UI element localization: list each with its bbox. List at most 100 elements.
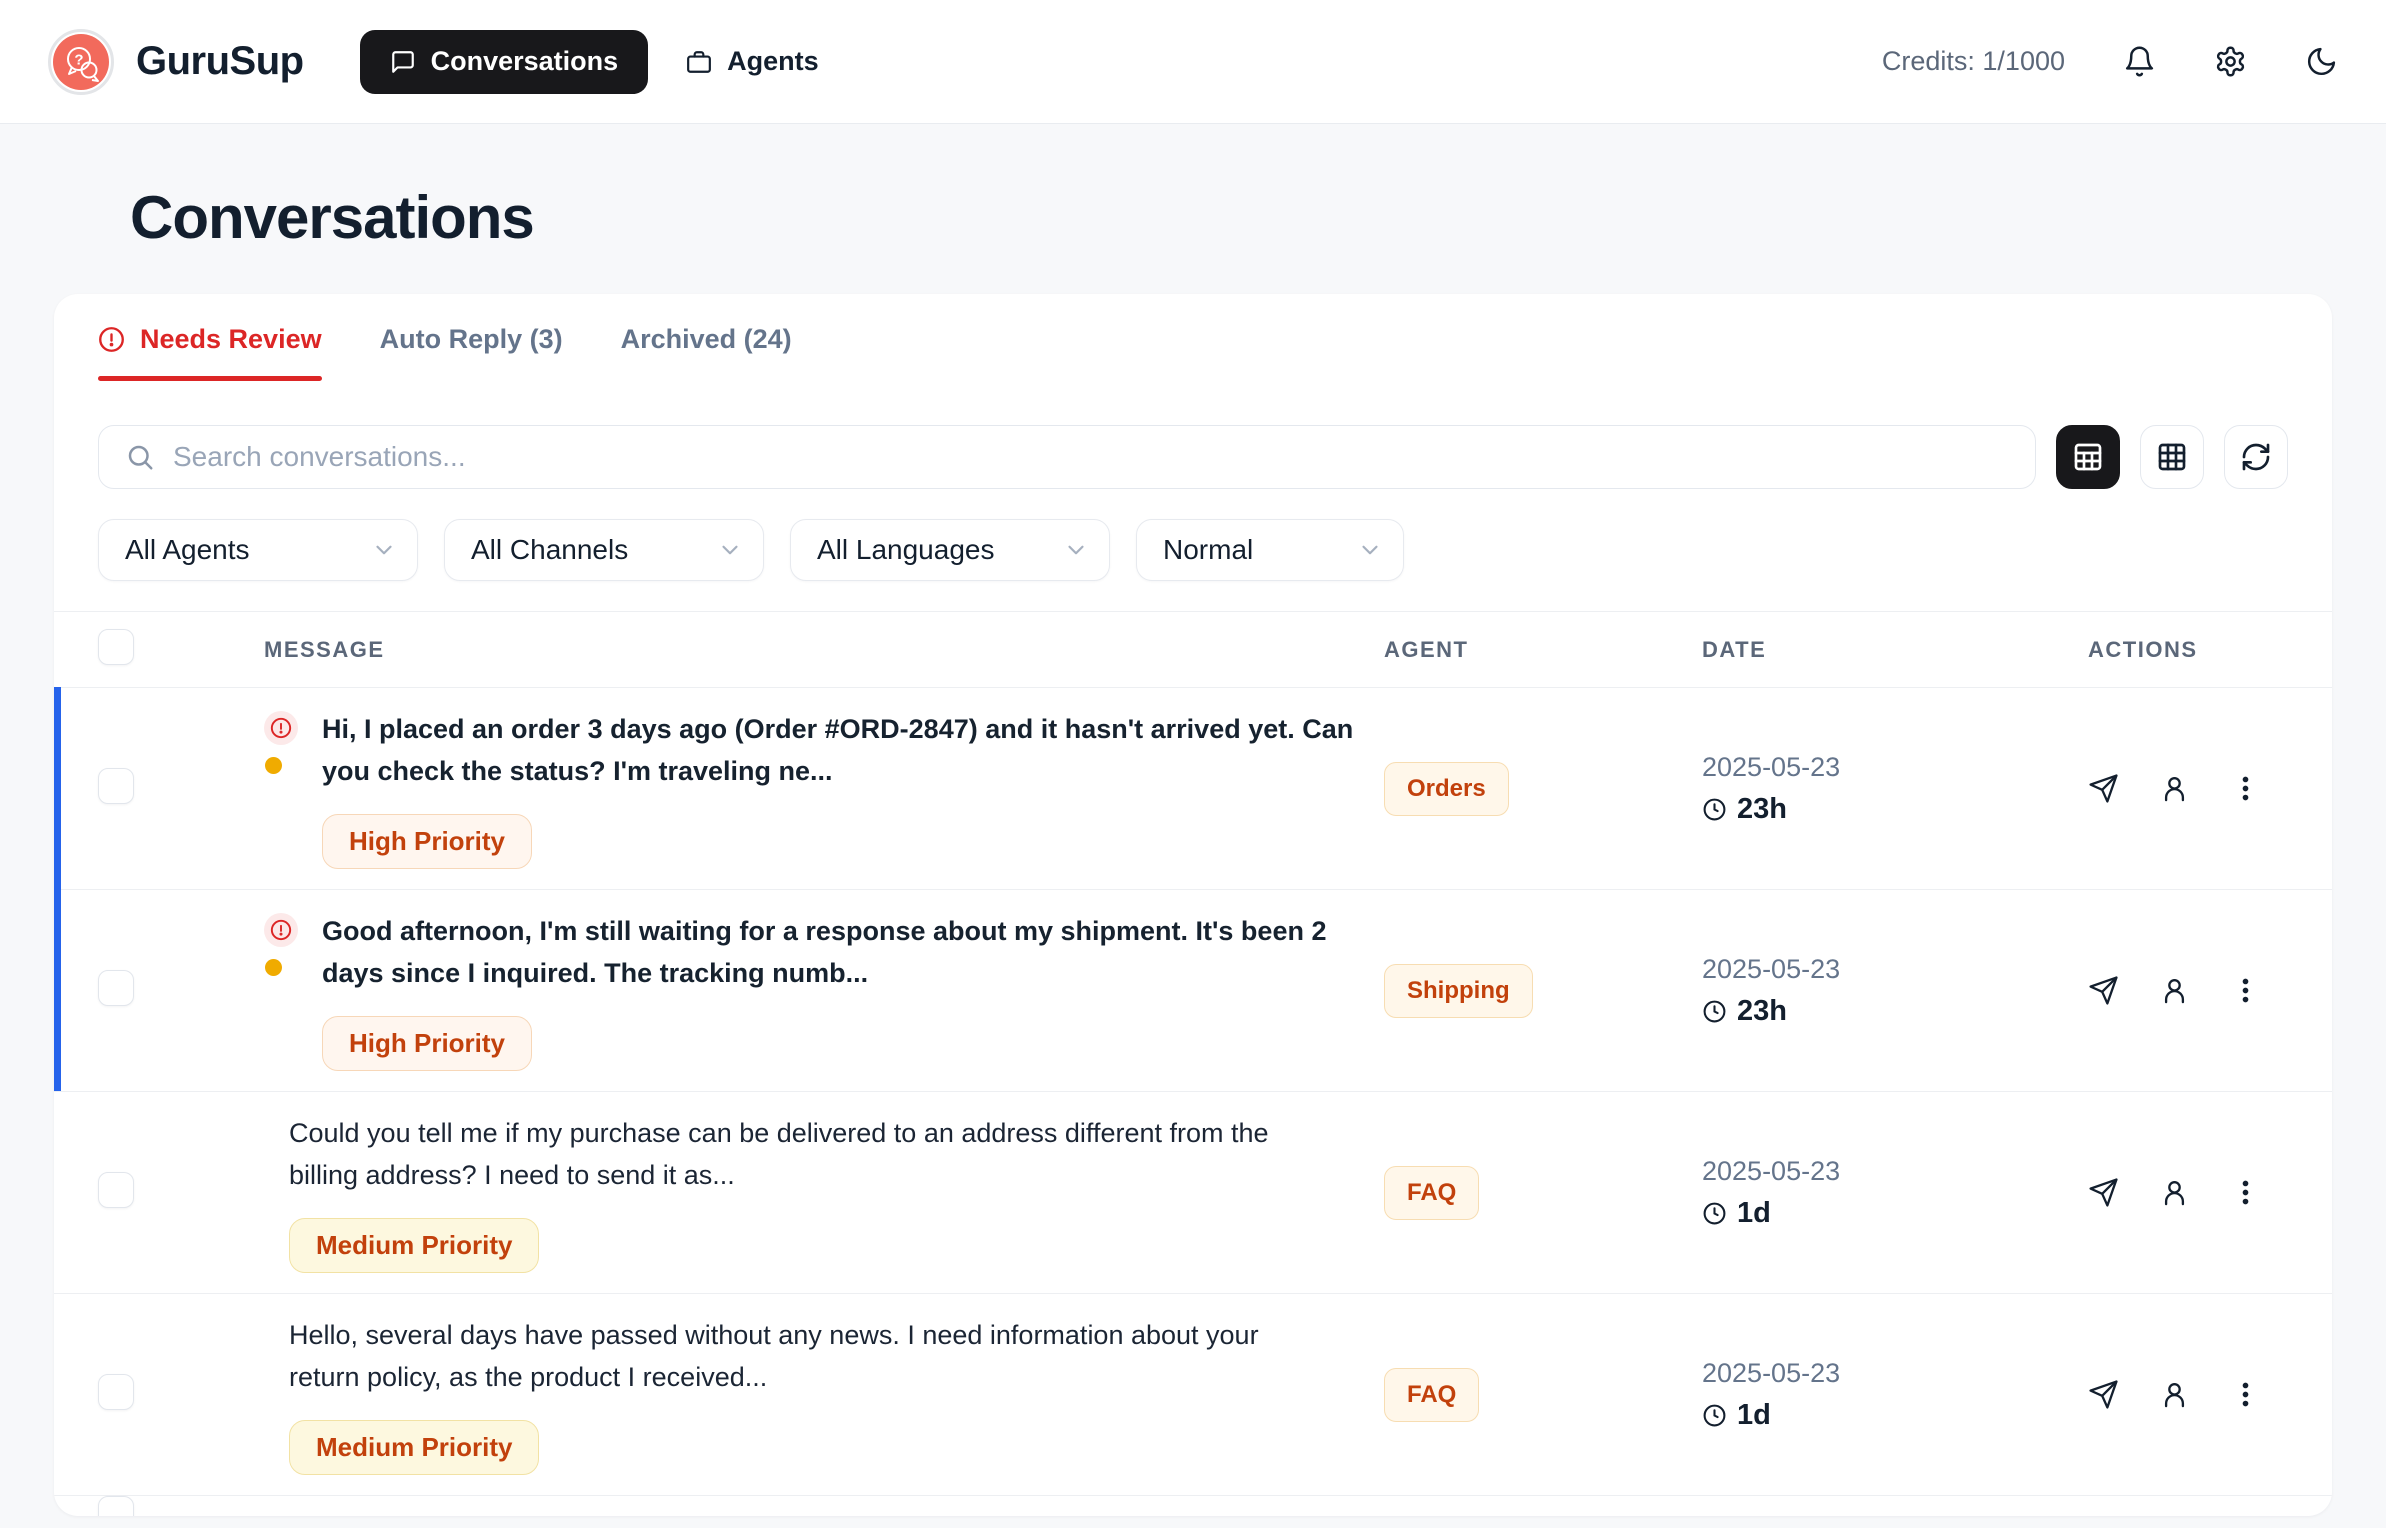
age-text: 1d [1737,1399,1771,1432]
actions-cell [2070,1177,2288,1208]
agent-badge: Shipping [1384,964,1533,1018]
tab-needs-review-label: Needs Review [140,324,322,355]
row-menu-button[interactable] [2230,773,2261,804]
column-header-message: MESSAGE [264,637,1384,663]
filter-languages[interactable]: All Languages [790,519,1110,581]
search-input[interactable] [173,441,2009,473]
user-icon [2159,1379,2190,1410]
row-menu-button[interactable] [2230,975,2261,1006]
date-cell: 2025-05-23 1d [1702,1358,2070,1432]
send-button[interactable] [2088,1379,2119,1410]
message-text: Good afternoon, I'm still waiting for a … [322,910,1357,994]
message-text: Hello, several days have passed without … [289,1314,1299,1398]
filter-channels[interactable]: All Channels [444,519,764,581]
send-icon [2088,975,2119,1006]
clock-icon [1702,1403,1727,1428]
main-nav: Conversations Agents [360,30,845,94]
actions-cell [2070,773,2288,804]
tab-needs-review[interactable]: Needs Review [98,324,322,381]
agent-badge: FAQ [1384,1166,1479,1220]
more-vertical-icon [2230,1379,2261,1410]
more-vertical-icon [2230,975,2261,1006]
priority-badge: High Priority [322,814,532,869]
column-header-date: DATE [1702,637,2070,663]
row-checkbox[interactable] [98,970,134,1006]
select-all-checkbox[interactable] [98,629,134,665]
bell-icon [2123,45,2156,78]
settings-button[interactable] [2214,45,2247,78]
nav-conversations[interactable]: Conversations [360,30,649,94]
date-text: 2025-05-23 [1702,1358,2070,1389]
assign-user-button[interactable] [2159,1379,2190,1410]
nav-agents[interactable]: Agents [660,30,845,94]
assign-user-button[interactable] [2159,773,2190,804]
send-button[interactable] [2088,1177,2119,1208]
page-title: Conversations [130,182,2386,254]
table-row[interactable]: Hello, several days have passed without … [54,1293,2332,1495]
notifications-button[interactable] [2123,45,2156,78]
main-content: Conversations Needs Review Auto Reply (3… [0,182,2386,1516]
chevron-down-icon [1063,537,1089,563]
row-checkbox[interactable] [98,1496,134,1516]
nav-conversations-label: Conversations [431,46,619,77]
conversations-card: Needs Review Auto Reply (3) Archived (24… [54,294,2332,1516]
message-square-icon [390,49,416,75]
date-cell: 2025-05-23 23h [1702,954,2070,1028]
clock-icon [1702,999,1727,1024]
unread-dot-icon [265,757,282,774]
app-logo-icon[interactable]: ? [48,29,114,95]
credits-label: Credits: 1/1000 [1882,46,2065,77]
table-row[interactable]: Hi, I placed an order 3 days ago (Order … [54,687,2332,889]
row-checkbox[interactable] [98,1172,134,1208]
grid-view-button[interactable] [2140,425,2204,489]
agent-badge: Orders [1384,762,1509,816]
table-row[interactable]: Payments: Can you confirm if the payment… [54,1495,2332,1516]
dark-mode-toggle[interactable] [2305,45,2338,78]
date-cell: 2025-05-23 1d [1702,1156,2070,1230]
brand-name: GuruSup [136,39,304,84]
send-button[interactable] [2088,975,2119,1006]
tab-bar: Needs Review Auto Reply (3) Archived (24… [98,324,2288,381]
assign-user-button[interactable] [2159,975,2190,1006]
row-menu-button[interactable] [2230,1177,2261,1208]
date-text: 2025-05-23 [1702,1156,2070,1187]
tab-auto-reply[interactable]: Auto Reply (3) [380,324,563,381]
tab-auto-reply-label: Auto Reply (3) [380,324,563,355]
priority-badge: Medium Priority [289,1218,539,1273]
more-vertical-icon [2230,773,2261,804]
row-checkbox[interactable] [98,1374,134,1410]
row-checkbox[interactable] [98,768,134,804]
user-icon [2159,975,2190,1006]
table-row[interactable]: Good afternoon, I'm still waiting for a … [54,889,2332,1091]
send-icon [2088,1379,2119,1410]
assign-user-button[interactable] [2159,1177,2190,1208]
table-header-row: MESSAGE AGENT DATE ACTIONS [54,611,2332,687]
more-vertical-icon [2230,1177,2261,1208]
grid-view-icon [2156,441,2188,473]
filter-agents[interactable]: All Agents [98,519,418,581]
row-menu-button[interactable] [2230,1379,2261,1410]
refresh-button[interactable] [2224,425,2288,489]
table-row[interactable]: Could you tell me if my purchase can be … [54,1091,2332,1293]
priority-badge: High Priority [322,1016,532,1071]
tab-archived[interactable]: Archived (24) [621,324,792,381]
filter-priority-value: Normal [1163,534,1253,566]
filter-priority[interactable]: Normal [1136,519,1404,581]
column-header-actions: ACTIONS [2070,637,2288,663]
agent-badge: FAQ [1384,1368,1479,1422]
column-header-agent: AGENT [1384,637,1702,663]
actions-cell [2070,1379,2288,1410]
row-flags [264,910,298,1071]
user-icon [2159,1177,2190,1208]
send-icon [2088,773,2119,804]
clock-icon [1702,1201,1727,1226]
row-flags [264,708,298,869]
date-text: 2025-05-23 [1702,954,2070,985]
refresh-icon [2240,441,2272,473]
send-icon [2088,1177,2119,1208]
chevron-down-icon [1357,537,1383,563]
table-view-button[interactable] [2056,425,2120,489]
send-button[interactable] [2088,773,2119,804]
user-icon [2159,773,2190,804]
tab-archived-label: Archived (24) [621,324,792,355]
